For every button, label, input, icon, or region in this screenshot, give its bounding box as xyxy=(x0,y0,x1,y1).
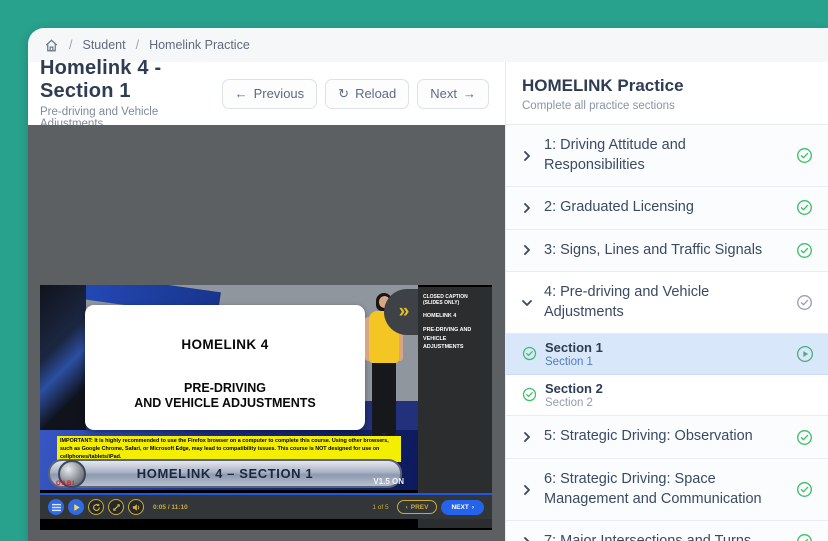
closed-caption-panel: CLOSED CAPTION (SLIDES ONLY) HOMELINK 4 … xyxy=(418,287,492,528)
sidebar-item-section-1[interactable]: 1: Driving Attitude and Responsibilities xyxy=(506,125,828,187)
sidebar-header: HOMELINK Practice Complete all practice … xyxy=(506,62,828,125)
sidebar-item-section-2[interactable]: 2: Graduated Licensing xyxy=(506,187,828,230)
video-frame: HOMELINK 4 PRE-DRIVING AND VEHICLE ADJUS… xyxy=(40,285,492,530)
replay-button[interactable] xyxy=(88,499,104,515)
player-control-bar: 0:05 / 11:10 1 of 5 ‹ PREV NEXT › xyxy=(40,493,492,519)
subsection-title: Section 1 xyxy=(545,340,788,355)
chevron-right-icon xyxy=(521,536,533,541)
chevron-right-icon: › xyxy=(472,504,474,511)
chevron-right-icon xyxy=(521,431,533,443)
practice-sidebar: HOMELINK Practice Complete all practice … xyxy=(505,62,828,541)
check-circle-icon xyxy=(796,429,813,446)
version-label: V1.5 ON xyxy=(373,477,404,486)
check-circle-icon xyxy=(796,199,813,216)
cc-text-line: PRE-DRIVING AND VEHICLE ADJUSTMENTS xyxy=(423,326,487,352)
lesson-pane: Homelink 4 - Section 1 Pre-driving and V… xyxy=(28,62,505,541)
prev-slide-button[interactable]: ‹ PREV xyxy=(397,500,438,514)
sidebar-item-section-3[interactable]: 3: Signs, Lines and Traffic Signals xyxy=(506,230,828,273)
subsection-row-section-1[interactable]: Section 1 Section 1 xyxy=(506,334,828,375)
subsection-title: Section 2 xyxy=(545,381,814,396)
breadcrumb-separator: / xyxy=(136,38,139,52)
check-circle-icon xyxy=(522,387,537,407)
slide-subtitle-line1: PRE-DRIVING xyxy=(85,381,365,395)
presenter-pants xyxy=(372,363,396,433)
check-circle-icon xyxy=(796,147,813,164)
slides-menu-button[interactable] xyxy=(48,499,64,515)
slide-subtitle-line2: AND VEHICLE ADJUSTMENTS xyxy=(85,396,365,410)
page-title: Homelink 4 - Section 1 xyxy=(40,57,222,103)
player-logo: OABI xyxy=(56,481,75,487)
chevron-right-icon xyxy=(521,150,533,162)
home-icon[interactable] xyxy=(44,38,59,53)
chevron-right-icon xyxy=(521,202,533,214)
next-slide-button[interactable]: NEXT › xyxy=(441,500,484,515)
chevron-right-icon xyxy=(521,244,533,256)
breadcrumb-separator: / xyxy=(69,38,72,52)
chevron-down-icon xyxy=(521,297,533,309)
breadcrumb-homelink-practice[interactable]: Homelink Practice xyxy=(149,38,250,52)
check-circle-icon xyxy=(522,346,537,366)
section-banner: HOMELINK 4 – SECTION 1 xyxy=(48,459,402,488)
subsection-subtitle: Section 1 xyxy=(545,356,788,368)
volume-button[interactable] xyxy=(128,499,144,515)
check-circle-icon-incomplete xyxy=(796,294,813,311)
check-circle-icon xyxy=(796,533,813,541)
cc-panel-title: CLOSED CAPTION (SLIDES ONLY) xyxy=(423,294,487,306)
play-circle-icon[interactable] xyxy=(796,345,814,363)
slide-background: HOMELINK 4 PRE-DRIVING AND VEHICLE ADJUS… xyxy=(40,285,418,490)
right-arrow-icon: → xyxy=(463,86,476,101)
app-card: / Student / Homelink Practice Homelink 4… xyxy=(28,28,828,541)
sidebar-title: HOMELINK Practice xyxy=(522,76,812,96)
slide-title: HOMELINK 4 xyxy=(85,337,365,352)
sidebar-item-section-7[interactable]: 7: Major Intersections and Turns xyxy=(506,521,828,541)
section-list: 1: Driving Attitude and Responsibilities… xyxy=(506,125,828,541)
check-circle-icon xyxy=(796,481,813,498)
double-chevron-icon: » xyxy=(399,301,408,323)
lesson-header: Homelink 4 - Section 1 Pre-driving and V… xyxy=(28,62,505,125)
subsection-subtitle: Section 2 xyxy=(545,397,814,409)
subsection-row-section-2[interactable]: Section 2 Section 2 xyxy=(506,375,828,416)
cc-text-line: HOMELINK 4 xyxy=(423,313,487,319)
fullscreen-button[interactable] xyxy=(108,499,124,515)
breadcrumb-student[interactable]: Student xyxy=(82,38,125,52)
sidebar-item-section-6[interactable]: 6: Strategic Driving: Space Management a… xyxy=(506,459,828,521)
sidebar-subtitle: Complete all practice sections xyxy=(522,100,812,112)
check-circle-icon xyxy=(796,242,813,259)
section-banner-text: HOMELINK 4 – SECTION 1 xyxy=(137,466,313,481)
car-headlight-image xyxy=(40,285,86,435)
next-button[interactable]: Next → xyxy=(417,79,489,109)
reload-icon: ↻ xyxy=(338,86,349,102)
left-arrow-icon: ← xyxy=(235,86,248,101)
chevron-right-icon xyxy=(521,484,533,496)
video-player: HOMELINK 4 PRE-DRIVING AND VEHICLE ADJUS… xyxy=(28,125,505,541)
sidebar-item-section-5[interactable]: 5: Strategic Driving: Observation xyxy=(506,416,828,459)
previous-button[interactable]: ← Previous xyxy=(222,79,318,109)
reload-button[interactable]: ↻ Reload xyxy=(325,79,409,109)
slide-page-indicator: 1 of 5 xyxy=(372,504,388,511)
slide-title-card: HOMELINK 4 PRE-DRIVING AND VEHICLE ADJUS… xyxy=(85,305,365,430)
time-display: 0:05 / 11:10 xyxy=(153,504,188,511)
chevron-left-icon: ‹ xyxy=(406,504,408,511)
sidebar-item-section-4[interactable]: 4: Pre-driving and Vehicle Adjustments xyxy=(506,272,828,334)
play-button[interactable] xyxy=(68,499,84,515)
